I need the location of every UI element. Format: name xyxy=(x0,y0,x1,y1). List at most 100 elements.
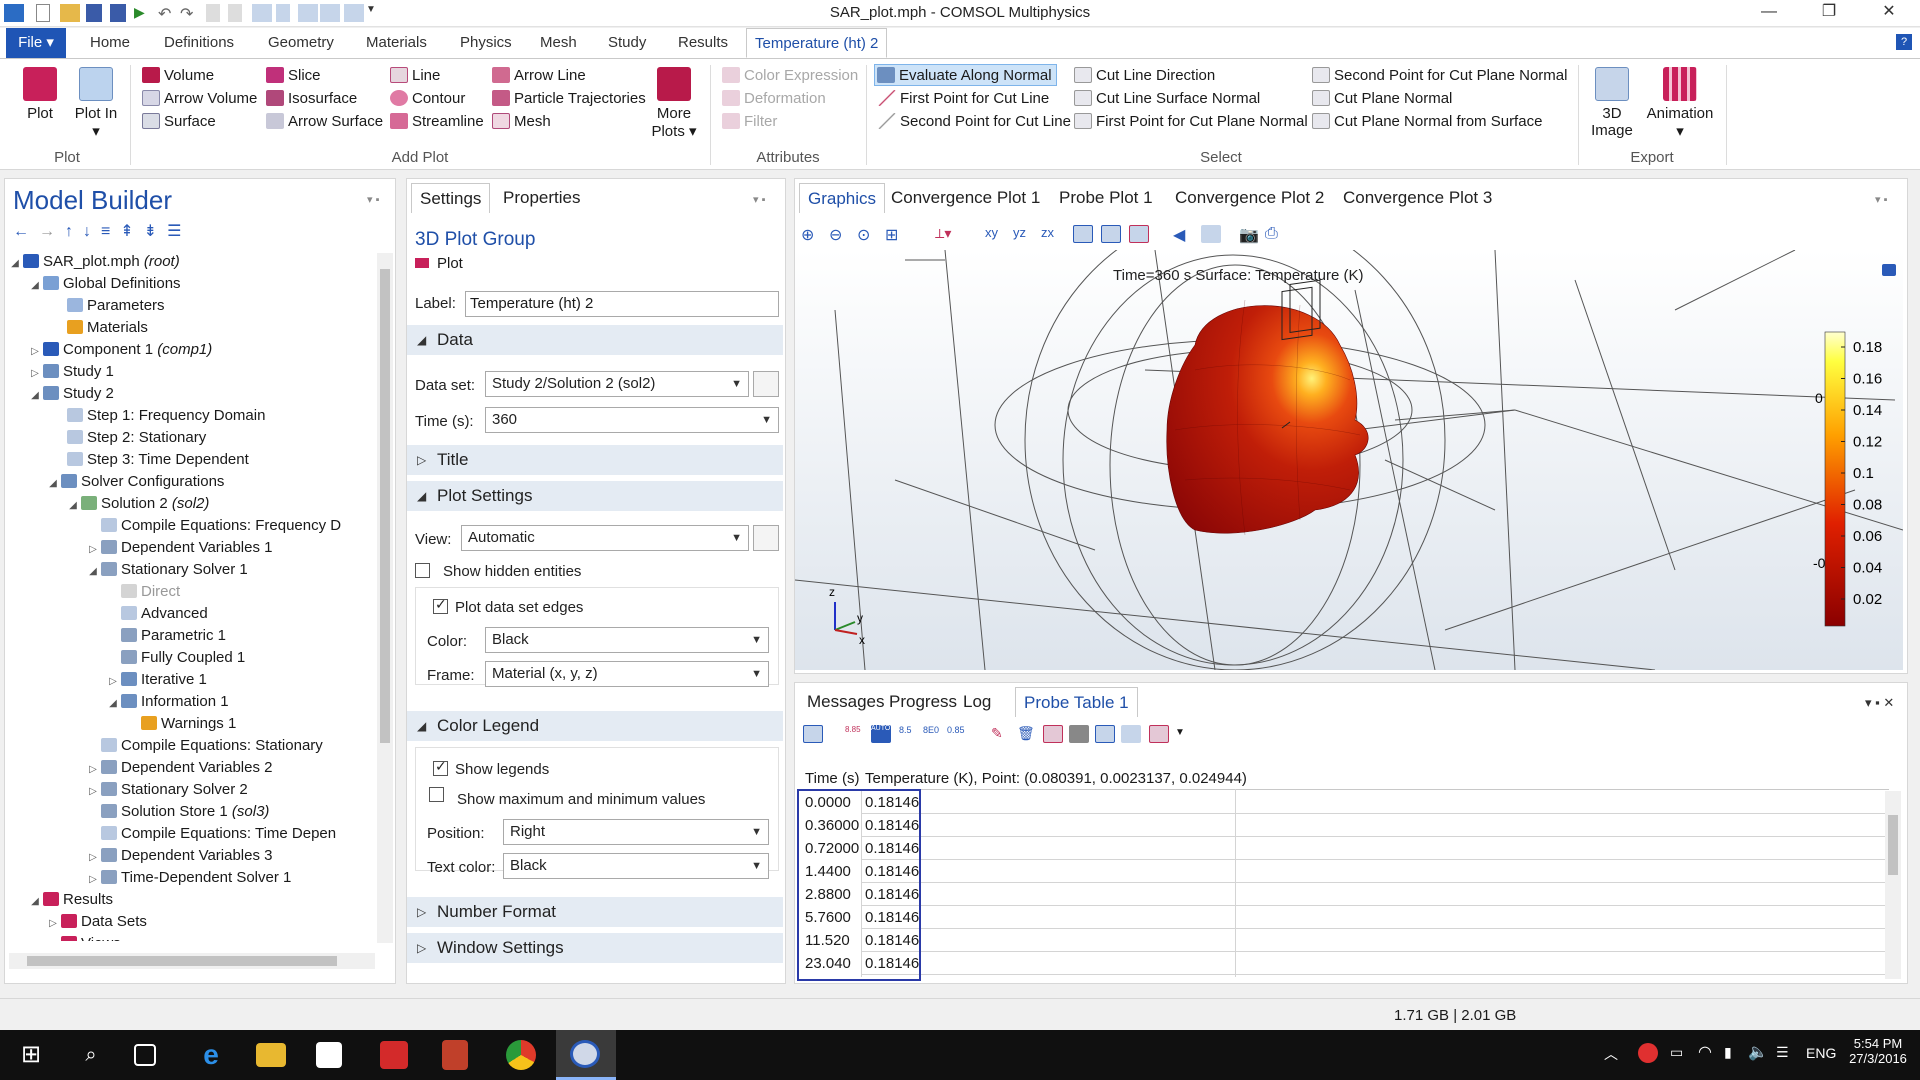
tab-progress[interactable]: Progress xyxy=(881,687,965,717)
time-select[interactable]: 360 ▼ xyxy=(485,407,779,433)
tree-node[interactable]: Advanced xyxy=(107,603,208,625)
tree-node[interactable]: ◢ Global Definitions xyxy=(29,273,180,297)
tree-node[interactable]: Step 3: Time Dependent xyxy=(53,449,249,471)
filter-button[interactable]: Filter xyxy=(722,111,777,133)
clock[interactable]: 5:54 PM 27/3/2016 xyxy=(1842,1036,1914,1066)
tree-expanded-icon[interactable]: ◢ xyxy=(29,891,41,913)
first-point-cut-plane-normal-button[interactable]: First Point for Cut Plane Normal xyxy=(1074,111,1308,133)
tree-collapsed-icon[interactable]: ▷ xyxy=(87,759,99,781)
tree-horizontal-scrollbar[interactable] xyxy=(9,953,375,969)
column-header-time[interactable]: Time (s) xyxy=(805,767,859,790)
language-indicator[interactable]: ENG xyxy=(1806,1045,1836,1061)
graphics-canvas[interactable]: Time=360 s Surface: Temperature (K) z y … xyxy=(795,250,1903,670)
panel-menu-icon[interactable]: ▾ ▪ xyxy=(367,193,379,206)
tree-node[interactable]: Compile Equations: Frequency D xyxy=(87,515,341,537)
tab-messages[interactable]: Messages xyxy=(799,687,892,717)
tree-node[interactable]: ▷ Iterative 1 xyxy=(107,669,207,691)
zoom-out-icon[interactable]: ⊖ xyxy=(829,225,849,244)
wifi-icon[interactable]: ◠ xyxy=(1698,1042,1712,1062)
table-vertical-scrollbar[interactable] xyxy=(1885,791,1901,979)
tab-log[interactable]: Log xyxy=(955,687,999,717)
file-explorer-icon[interactable] xyxy=(256,1043,286,1067)
tab-properties[interactable]: Properties xyxy=(495,183,588,213)
edge-browser-icon[interactable]: e xyxy=(194,1038,228,1072)
tree-expanded-icon[interactable]: ◢ xyxy=(107,693,119,715)
zoom-extents-icon[interactable]: ⊞ xyxy=(885,225,905,244)
pdf-app-icon[interactable] xyxy=(442,1040,468,1070)
tree-node[interactable]: Materials xyxy=(53,317,148,339)
tree-node[interactable]: Warnings 1 xyxy=(127,713,236,735)
tree-node[interactable]: ▷ Dependent Variables 2 xyxy=(87,757,272,781)
tab-convergence-plot-2[interactable]: Convergence Plot 2 xyxy=(1167,183,1332,213)
power-icon[interactable]: ▮ xyxy=(1724,1044,1732,1061)
streamline-button[interactable]: Streamline xyxy=(390,111,484,133)
tree-node[interactable]: ◢ Results xyxy=(29,889,113,911)
tree-node[interactable]: ▷ Views xyxy=(47,933,121,941)
tab-probe-table-1[interactable]: Probe Table 1 xyxy=(1015,687,1138,717)
tree-expanded-icon[interactable]: ◢ xyxy=(29,385,41,407)
section-window-settings[interactable]: ▷ Window Settings xyxy=(407,933,783,963)
show-maxmin-checkbox[interactable] xyxy=(429,787,444,802)
print-icon[interactable]: ⎙ xyxy=(1265,225,1285,243)
tab-graphics[interactable]: Graphics xyxy=(799,183,886,213)
copy-table-icon[interactable] xyxy=(1095,725,1115,743)
contour-button[interactable]: Contour xyxy=(390,88,465,110)
camera-icon[interactable]: 📷 xyxy=(1239,225,1259,244)
tab-file[interactable]: File ▾ xyxy=(6,28,66,58)
collapse-icon[interactable]: ⇞ xyxy=(120,223,143,240)
show-legends-checkbox[interactable] xyxy=(433,758,448,776)
back-arrow-icon[interactable]: ← xyxy=(13,223,39,240)
show-hidden-checkbox[interactable] xyxy=(415,563,430,578)
mesh-button[interactable]: Mesh xyxy=(492,111,551,133)
chrome-browser-icon[interactable] xyxy=(506,1040,536,1070)
tab-definitions[interactable]: Definitions xyxy=(156,28,242,58)
tree-expanded-icon[interactable]: ◢ xyxy=(29,275,41,297)
tab-convergence-plot-1[interactable]: Convergence Plot 1 xyxy=(883,183,1048,213)
evaluate-along-normal-button[interactable]: Evaluate Along Normal xyxy=(874,64,1057,86)
tree-hscroll-thumb[interactable] xyxy=(27,956,337,966)
tab-temperature-ht-2[interactable]: Temperature (ht) 2 xyxy=(746,28,888,58)
decimal-icon[interactable]: 8.5 xyxy=(899,725,919,743)
tree-collapsed-icon[interactable]: ▷ xyxy=(87,869,99,891)
slice-button[interactable]: Slice xyxy=(266,65,321,87)
tab-materials[interactable]: Materials xyxy=(358,28,435,58)
tab-convergence-plot-3[interactable]: Convergence Plot 3 xyxy=(1335,183,1500,213)
full-precision-icon[interactable] xyxy=(1069,725,1089,743)
edge-color-select[interactable]: Black ▼ xyxy=(485,627,769,653)
panel-controls[interactable]: ▾ ▪ ✕ xyxy=(1865,695,1894,711)
second-point-cut-plane-normal-button[interactable]: Second Point for Cut Plane Normal xyxy=(1312,65,1567,87)
volume-icon[interactable]: 🔈 xyxy=(1748,1042,1768,1062)
tree-node[interactable]: Compile Equations: Stationary xyxy=(87,735,323,757)
column-header-temperature[interactable]: Temperature (K), Point: (0.080391, 0.002… xyxy=(865,767,1247,790)
scene-light-icon[interactable] xyxy=(1129,225,1149,243)
tray-network-icon[interactable]: ▭ xyxy=(1670,1044,1683,1061)
tree-collapsed-icon[interactable]: ▷ xyxy=(107,671,119,693)
section-number-format[interactable]: ▷ Number Format xyxy=(407,897,783,927)
auto-format-icon[interactable]: AUTO xyxy=(871,725,891,743)
table-options-dropdown-icon[interactable]: ▼ xyxy=(1175,727,1185,738)
volume-button[interactable]: Volume xyxy=(142,65,214,87)
tree-node[interactable]: ▷ Component 1 (comp1) xyxy=(29,339,212,361)
tree-node[interactable]: Compile Equations: Time Depen xyxy=(87,823,336,845)
list-icon[interactable]: ☰ xyxy=(167,223,191,240)
particle-trajectories-button[interactable]: Particle Trajectories xyxy=(492,88,646,110)
view-xy-icon[interactable]: xy xyxy=(985,225,1005,243)
panel-menu-icon[interactable]: ▾ ▪ xyxy=(753,193,765,206)
tree-collapsed-icon[interactable]: ▷ xyxy=(29,341,41,363)
tab-geometry[interactable]: Geometry xyxy=(260,28,342,58)
tree-node[interactable]: Parametric 1 xyxy=(107,625,226,647)
tree-collapsed-icon[interactable]: ▷ xyxy=(47,935,59,941)
tab-results[interactable]: Results xyxy=(670,28,736,58)
tree-node[interactable]: ◢ Stationary Solver 1 xyxy=(87,559,248,581)
grid-icon[interactable] xyxy=(1073,225,1093,243)
down-arrow-icon[interactable]: ↓ xyxy=(83,223,101,240)
table-settings-icon[interactable] xyxy=(1149,725,1169,743)
export-table-icon[interactable] xyxy=(1121,725,1141,743)
zoom-in-icon[interactable]: ⊕ xyxy=(801,225,821,244)
settings-plot-button[interactable]: Plot xyxy=(415,255,463,272)
scientific-icon[interactable]: 8E0 xyxy=(923,725,943,743)
tree-node[interactable]: Fully Coupled 1 xyxy=(107,647,245,669)
tray-app-icon[interactable] xyxy=(1638,1043,1658,1063)
second-point-cut-line-button[interactable]: Second Point for Cut Line xyxy=(878,111,1071,133)
graphics-corner-icon[interactable] xyxy=(1882,264,1896,276)
